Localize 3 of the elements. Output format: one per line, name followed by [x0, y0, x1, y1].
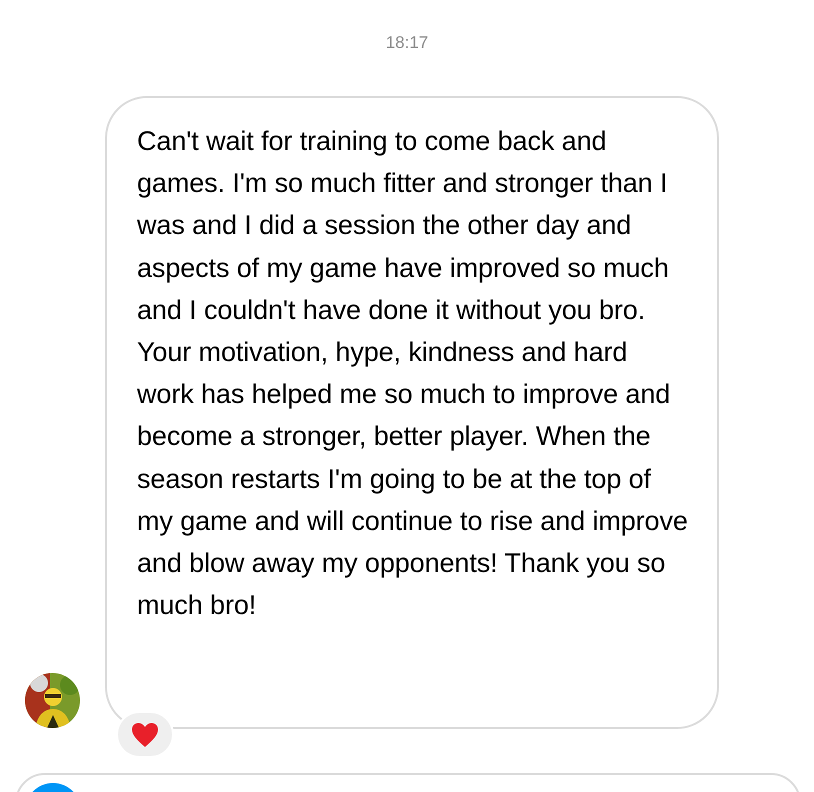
heart-icon [131, 722, 159, 748]
timestamp: 18:17 [386, 33, 428, 52]
message-text: Can't wait for training to come back and games. I'm so much fitter and stronger than I was and I did a session the other day and aspects of my game have improved so much and I couldn't have done it without you bro. Your motivation, hype, kindness and hard work has helped me so much to improve and become a stronger, better player. When the season restarts I'm going to be at the top of my game and will continue to rise and improve and blow away my opponents! Thank you so much bro! [137, 125, 689, 622]
